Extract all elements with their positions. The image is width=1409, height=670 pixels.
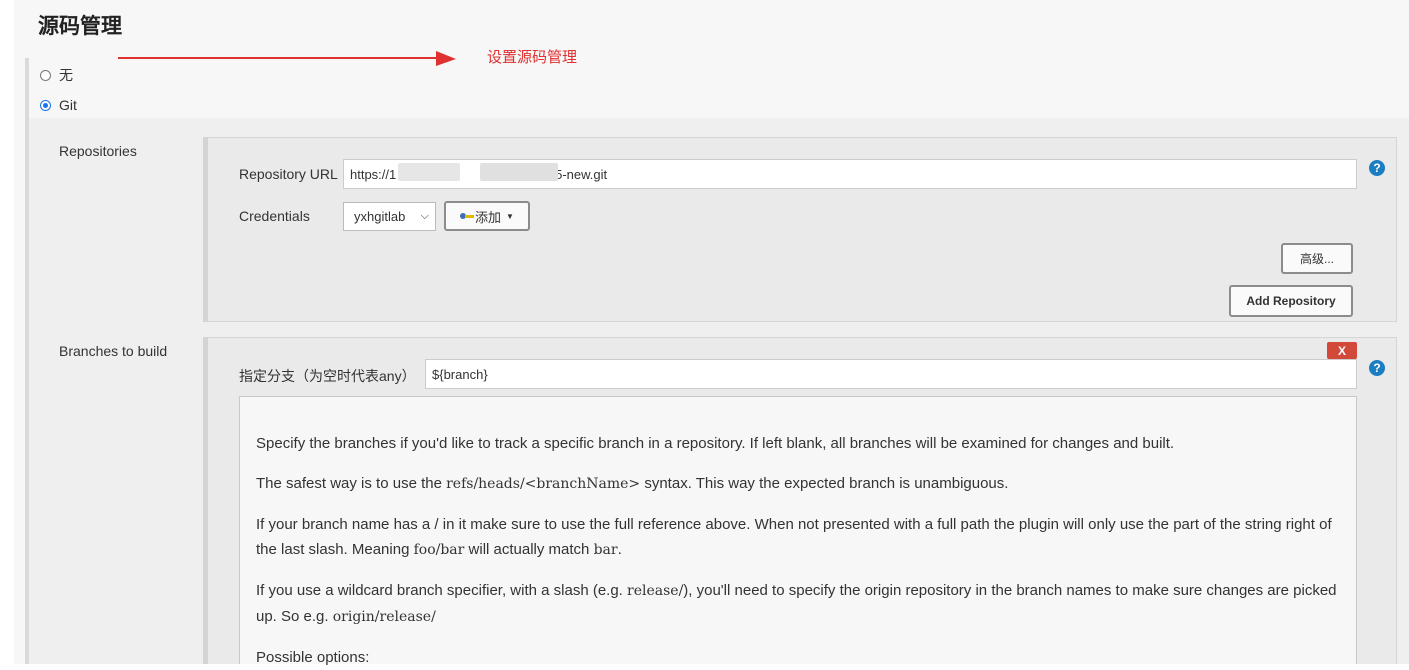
radio-git[interactable] <box>40 99 51 111</box>
branch-help-panel: Specify the branches if you'd like to tr… <box>239 396 1357 666</box>
credentials-selected: yxhgitlab <box>354 209 406 224</box>
key-icon <box>460 212 475 221</box>
advanced-button[interactable]: 高级... <box>1281 243 1353 274</box>
scm-option-none[interactable]: 无 <box>40 65 73 85</box>
branches-label: Branches to build <box>59 343 168 359</box>
help-paragraph: Specify the branches if you'd like to tr… <box>256 435 1175 452</box>
help-paragraph: If you use a wildcard branch specifier, … <box>256 582 1337 625</box>
add-repository-button[interactable]: Add Repository <box>1229 285 1353 317</box>
scm-option-none-label: 无 <box>59 67 73 83</box>
radio-none[interactable] <box>40 69 51 81</box>
repository-url-label: Repository URL <box>239 166 338 182</box>
section-title: 源码管理 <box>38 15 122 38</box>
help-icon[interactable]: ? <box>1369 360 1385 376</box>
help-paragraph: Possible options: <box>256 649 370 666</box>
add-credentials-label: 添加 <box>475 209 502 225</box>
scm-option-git-label: Git <box>59 97 77 113</box>
branch-specifier-label: 指定分支（为空时代表any） <box>239 368 416 384</box>
chevron-down-icon: ⌵ <box>420 210 429 222</box>
help-paragraph: If your branch name has a / in it make s… <box>256 516 1332 558</box>
caret-down-icon: ▼ <box>506 211 514 221</box>
add-credentials-button[interactable]: 添加 ▼ <box>444 201 530 231</box>
annotation-text: 设置源码管理 <box>487 49 578 66</box>
redacted-url-segment <box>398 163 460 181</box>
repository-box-bar <box>203 137 208 322</box>
repository-url-value-start: https://1 <box>350 166 397 182</box>
repositories-label: Repositories <box>59 143 137 159</box>
credentials-label: Credentials <box>239 208 310 224</box>
annotation-arrow <box>118 51 456 66</box>
help-paragraph: The safest way is to use the refs/heads/… <box>256 475 1009 492</box>
delete-branch-button[interactable]: X <box>1327 342 1357 359</box>
branch-box-bar <box>203 337 208 664</box>
help-icon[interactable]: ? <box>1369 160 1385 176</box>
credentials-select[interactable]: yxhgitlab ⌵ <box>343 202 436 231</box>
redacted-url-segment <box>480 163 558 181</box>
scm-option-git[interactable]: Git <box>40 97 77 113</box>
branch-specifier-input[interactable]: ${branch} <box>425 359 1357 389</box>
